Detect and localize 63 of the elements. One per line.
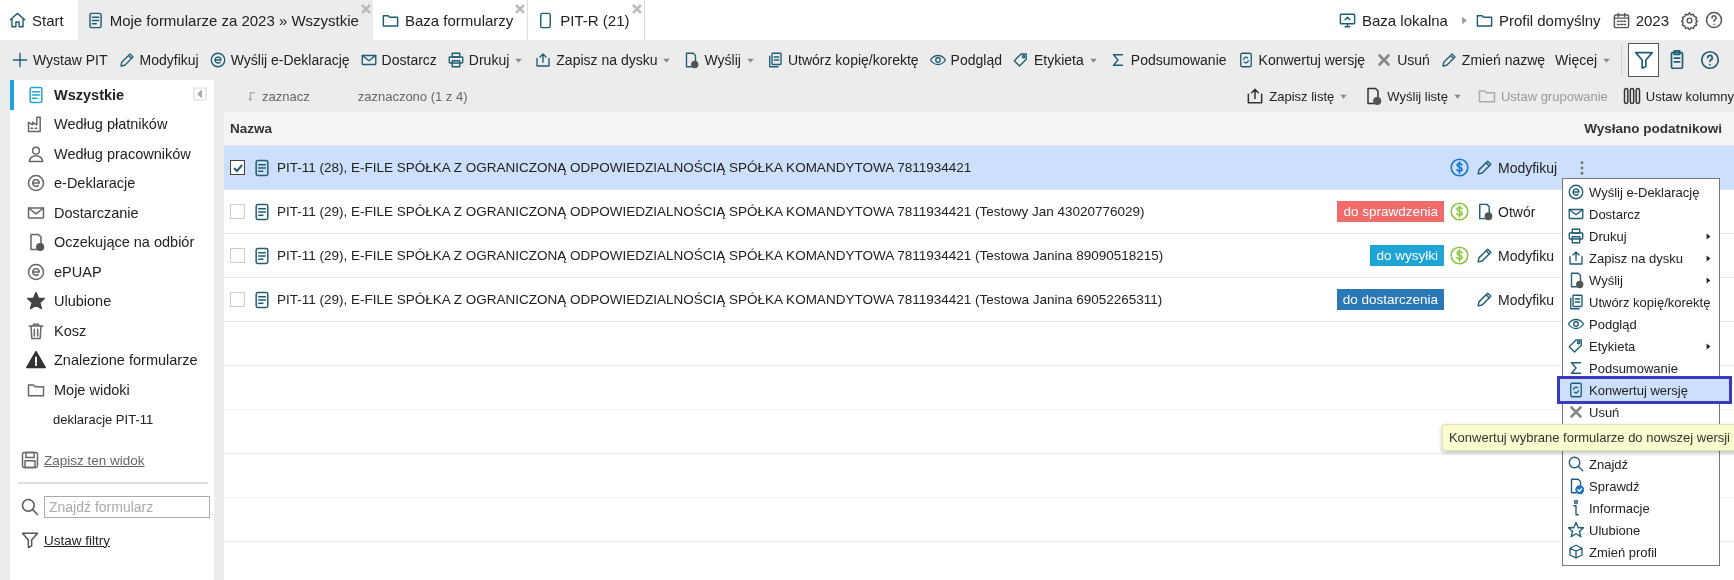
tab[interactable]: Moje formularze za 2023 » Wszystkie <box>77 0 373 40</box>
toolbar-button[interactable]: Konwertuj wersję <box>1231 47 1371 73</box>
filters-link[interactable]: Ustaw filtry <box>44 532 110 548</box>
menu-item[interactable]: Podgląd <box>1563 313 1719 335</box>
sidebar-item[interactable]: Ulubione <box>10 286 214 316</box>
tooltip: Konwertuj wybrane formularze do nowszej wersji <box>1441 424 1734 451</box>
toolbar-button[interactable]: Modyfikuj <box>112 47 204 73</box>
column-header[interactable]: Wysłano podatnikowi <box>1584 121 1722 136</box>
row-action-button[interactable]: Modyfikuj <box>1475 158 1567 177</box>
menu-item[interactable]: Ulubione <box>1563 519 1719 541</box>
profile-label[interactable]: Profil domyślny <box>1498 11 1601 29</box>
search-field[interactable]: Znajdź formularz <box>44 496 210 518</box>
menu-item[interactable]: Konwertuj wersję <box>1560 379 1729 401</box>
toolbar-button[interactable]: Podgląd <box>923 47 1007 73</box>
toolbar-button[interactable]: Zapisz na dysku <box>529 47 678 73</box>
sidebar-item[interactable]: ePUAP <box>10 257 214 287</box>
list-action-button[interactable]: Zapisz listę <box>1245 86 1350 106</box>
sidebar-item[interactable]: Według pracowników <box>10 139 214 169</box>
menu-item[interactable]: Usuń <box>1563 401 1719 423</box>
year-label[interactable]: 2023 <box>1635 11 1669 29</box>
toolbar-button[interactable]: Więcej <box>1550 48 1618 72</box>
list-action-button[interactable]: Wyślij listę <box>1363 86 1463 106</box>
toolbar-button[interactable]: Wyślij e-Deklarację <box>203 47 355 73</box>
toolbar-button[interactable]: Utwórz kopię/korektę <box>760 47 924 73</box>
column-header[interactable]: Nazwa <box>230 121 273 136</box>
status-label: do sprawdzenia <box>1337 201 1444 222</box>
list-action-button[interactable]: Ustaw kolumny <box>1621 86 1734 106</box>
sidebar-item[interactable]: Według płatników <box>10 109 214 139</box>
database-label[interactable]: Baza lokalna <box>1362 11 1448 29</box>
sidebar-item[interactable]: Wszystkie <box>10 80 214 110</box>
menu-item[interactable]: Zmień profil <box>1563 541 1719 563</box>
select-button[interactable]: zaznacz <box>246 88 310 104</box>
sidebar-item[interactable]: Kosz <box>10 316 214 346</box>
toolbar-button[interactable]: Usuń <box>1370 47 1435 73</box>
sidebar-subitem[interactable]: deklaracje PIT-11 <box>10 404 214 434</box>
sidebar-item[interactable]: e-Deklaracje <box>10 168 214 198</box>
sidebar-item[interactable]: Dostarczanie <box>10 198 214 228</box>
sidebar-item[interactable]: Oczekujące na odbiór <box>10 227 214 257</box>
status-label: do dostarczenia <box>1336 289 1444 310</box>
menu-item[interactable]: Podsumowanie <box>1563 357 1719 379</box>
menu-item[interactable]: Sprawdź <box>1563 475 1719 497</box>
toolbar-button[interactable]: Podsumowanie <box>1103 47 1232 73</box>
menu-item[interactable]: Informacje <box>1563 497 1719 519</box>
toolbar-button[interactable]: Drukuj <box>441 47 530 73</box>
form-name: PIT-11 (29), E-FILE SPÓŁKA Z OGRANICZONĄ ODPOWIEDZIALNOŚCIĄ SPÓŁKA KOMANDYTOWA 7811934421 (Testowa Janina 69052265311) <box>277 292 1163 307</box>
save-view-link[interactable]: Zapisz ten widok <box>44 452 145 468</box>
status-label: do wysyłki <box>1370 245 1444 266</box>
form-name: PIT-11 (29), E-FILE SPÓŁKA Z OGRANICZONĄ ODPOWIEDZIALNOŚCIĄ SPÓŁKA KOMANDYTOWA 7811934421 (Testowa Janina 89090518215) <box>277 248 1164 263</box>
toolbar-button[interactable]: Dostarcz <box>354 47 442 73</box>
sidebar-item[interactable]: Znalezione formularze <box>10 345 214 375</box>
toolbar-button[interactable]: Zmień nazwę <box>1434 47 1551 73</box>
toolbar-button[interactable]: Etykieta <box>1007 47 1104 73</box>
form-name: PIT-11 (28), E-FILE SPÓŁKA Z OGRANICZONĄ ODPOWIEDZIALNOŚCIĄ SPÓŁKA KOMANDYTOWA 7811934421 <box>277 160 972 175</box>
menu-item[interactable]: Znajdź <box>1563 453 1719 475</box>
menu-item[interactable]: Wyślij <box>1563 269 1719 291</box>
form-name: PIT-11 (29), E-FILE SPÓŁKA Z OGRANICZONĄ ODPOWIEDZIALNOŚCIĄ SPÓŁKA KOMANDYTOWA 7811934421 (Testowy Jan 43020776029) <box>277 204 1145 219</box>
tab[interactable]: Start <box>0 0 78 40</box>
menu-item[interactable]: Drukuj <box>1563 225 1719 247</box>
selection-count: zaznaczono (1 z 4) <box>357 88 468 104</box>
toolbar-button[interactable]: Wystaw PIT <box>6 47 113 73</box>
sidebar-item[interactable]: Moje widoki <box>10 375 214 405</box>
toolbar-button[interactable]: Wyślij <box>677 47 761 73</box>
menu-item[interactable]: Etykieta <box>1563 335 1719 357</box>
